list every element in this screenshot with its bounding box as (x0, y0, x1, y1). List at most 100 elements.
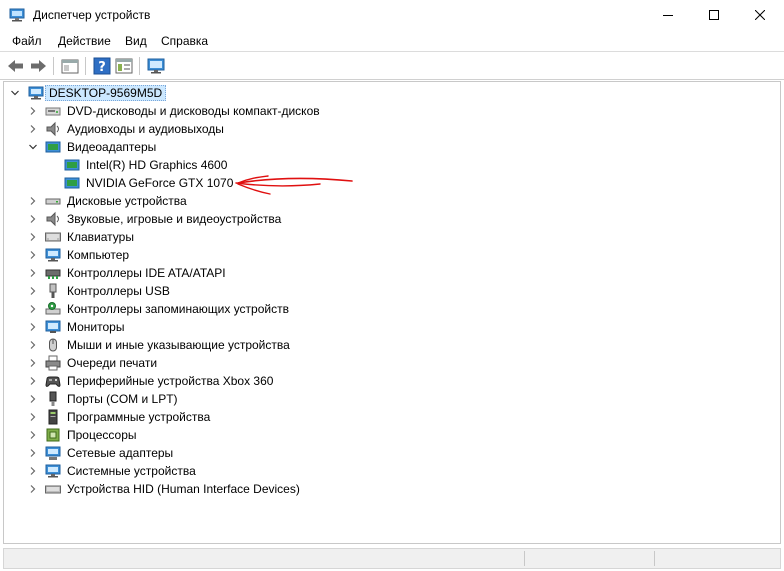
tree-category-display-adapters[interactable]: Видеоадаптеры (4, 138, 404, 156)
maximize-icon (709, 10, 719, 20)
menu-help[interactable]: Справка (161, 34, 208, 48)
toolbar: ? (0, 52, 784, 80)
status-bar-separator (654, 551, 655, 566)
chevron-right-icon[interactable] (28, 322, 38, 332)
tree-category-label: Системные устройства (67, 464, 196, 478)
tree-category-label: Контроллеры USB (67, 284, 170, 298)
back-button[interactable] (6, 56, 26, 76)
tree-category-dvd[interactable]: DVD-дисководы и дисководы компакт-дисков (4, 102, 404, 120)
tree-category-storage-controllers[interactable]: Контроллеры запоминающих устройств (4, 300, 404, 318)
tree-category-label: Контроллеры запоминающих устройств (67, 302, 289, 316)
chevron-right-icon[interactable] (28, 304, 38, 314)
computer-icon (45, 248, 61, 262)
tree-device-nvidia-gtx-1070[interactable]: NVIDIA GeForce GTX 1070 (4, 174, 404, 192)
dvd-drive-icon (45, 107, 61, 116)
svg-text:?: ? (98, 60, 106, 75)
chevron-right-icon[interactable] (28, 268, 38, 278)
chevron-right-icon[interactable] (28, 430, 38, 440)
gamepad-icon (45, 376, 61, 387)
tree-category-print-queues[interactable]: Очереди печати (4, 354, 404, 372)
chevron-right-icon[interactable] (28, 412, 38, 422)
tree-category-network-adapters[interactable]: Сетевые адаптеры (4, 444, 404, 462)
printer-icon (45, 355, 61, 371)
usb-icon (49, 283, 57, 298)
tree-category-hid[interactable]: Устройства HID (Human Interface Devices) (4, 480, 404, 498)
chevron-down-icon[interactable] (28, 142, 38, 152)
scan-hardware-button[interactable] (146, 56, 166, 76)
tree-category-keyboards[interactable]: Клавиатуры (4, 228, 404, 246)
chevron-down-icon[interactable] (10, 88, 20, 98)
port-icon (49, 391, 57, 406)
tree-category-label: Звуковые, игровые и видеоустройства (67, 212, 282, 226)
tree-category-disk-drives[interactable]: Дисковые устройства (4, 192, 404, 210)
tree-device-intel-hd-graphics[interactable]: Intel(R) HD Graphics 4600 (4, 156, 404, 174)
tree-category-label: Компьютер (67, 248, 130, 262)
tree-category-computer[interactable]: Компьютер (4, 246, 404, 264)
tree-root-node[interactable]: DESKTOP-9569M5D (4, 84, 404, 102)
tree-category-ports[interactable]: Порты (COM и LPT) (4, 390, 404, 408)
computer-icon (28, 86, 44, 100)
tree-root-label[interactable]: DESKTOP-9569M5D (45, 85, 167, 101)
tree-category-label: Процессоры (67, 428, 137, 442)
tree-category-xbox-360-peripherals[interactable]: Периферийные устройства Xbox 360 (4, 372, 404, 390)
show-hide-console-tree-icon (61, 59, 79, 74)
forward-arrow-icon (31, 60, 46, 72)
tree-category-processors[interactable]: Процессоры (4, 426, 404, 444)
network-adapter-icon (45, 446, 61, 460)
tree-device-label: NVIDIA GeForce GTX 1070 (86, 176, 234, 190)
storage-controller-icon (45, 302, 61, 315)
chevron-right-icon[interactable] (28, 466, 38, 476)
minimize-icon (663, 15, 673, 16)
chevron-right-icon[interactable] (28, 484, 38, 494)
tree-category-system-devices[interactable]: Системные устройства (4, 462, 404, 480)
minimize-button[interactable] (645, 0, 691, 30)
chevron-right-icon[interactable] (28, 106, 38, 116)
chevron-right-icon[interactable] (28, 376, 38, 386)
chevron-right-icon[interactable] (28, 448, 38, 458)
tree-category-software-devices[interactable]: Программные устройства (4, 408, 404, 426)
device-tree[interactable]: DESKTOP-9569M5D DVD-дисководы и дисковод… (3, 81, 781, 544)
tree-category-mice[interactable]: Мыши и иные указывающие устройства (4, 336, 404, 354)
help-icon: ? (93, 57, 111, 75)
chevron-right-icon[interactable] (28, 394, 38, 404)
console-tree-button[interactable] (60, 56, 80, 76)
chevron-right-icon[interactable] (28, 232, 38, 242)
tree-category-sound-devices[interactable]: Звуковые, игровые и видеоустройства (4, 210, 404, 228)
tree-category-label: Периферийные устройства Xbox 360 (67, 374, 274, 388)
close-icon (755, 10, 765, 20)
chevron-right-icon[interactable] (28, 214, 38, 224)
tree-category-usb-controllers[interactable]: Контроллеры USB (4, 282, 404, 300)
tree-device-label: Intel(R) HD Graphics 4600 (86, 158, 228, 172)
maximize-button[interactable] (691, 0, 737, 30)
status-bar (3, 548, 781, 569)
toolbar-separator (53, 57, 54, 75)
chevron-right-icon[interactable] (28, 250, 38, 260)
toolbar-separator (139, 57, 140, 75)
keyboard-icon (45, 232, 61, 242)
menu-view[interactable]: Вид (125, 34, 147, 48)
mouse-icon (49, 338, 57, 352)
tree-category-label: Мониторы (67, 320, 125, 334)
properties-button[interactable] (114, 56, 134, 76)
system-device-icon (45, 464, 61, 478)
tree-category-monitors[interactable]: Мониторы (4, 318, 404, 336)
software-device-icon (48, 409, 58, 425)
menu-file[interactable]: Файл (12, 34, 42, 48)
display-adapter-icon (64, 177, 80, 189)
tree-category-label: Сетевые адаптеры (67, 446, 174, 460)
chevron-right-icon[interactable] (28, 196, 38, 206)
window-title: Диспетчер устройств (33, 8, 151, 22)
chevron-right-icon[interactable] (28, 340, 38, 350)
chevron-right-icon[interactable] (28, 124, 38, 134)
close-button[interactable] (737, 0, 783, 30)
tree-category-label: Порты (COM и LPT) (67, 392, 178, 406)
tree-category-ide-controllers[interactable]: Контроллеры IDE ATA/ATAPI (4, 264, 404, 282)
forward-button[interactable] (28, 56, 48, 76)
tree-category-audio-io[interactable]: Аудиовходы и аудиовыходы (4, 120, 404, 138)
chevron-right-icon[interactable] (28, 358, 38, 368)
tree-category-label: Аудиовходы и аудиовыходы (67, 122, 224, 136)
menu-action[interactable]: Действие (58, 34, 111, 48)
chevron-right-icon[interactable] (28, 286, 38, 296)
help-button[interactable]: ? (92, 56, 112, 76)
speaker-icon (46, 121, 59, 137)
